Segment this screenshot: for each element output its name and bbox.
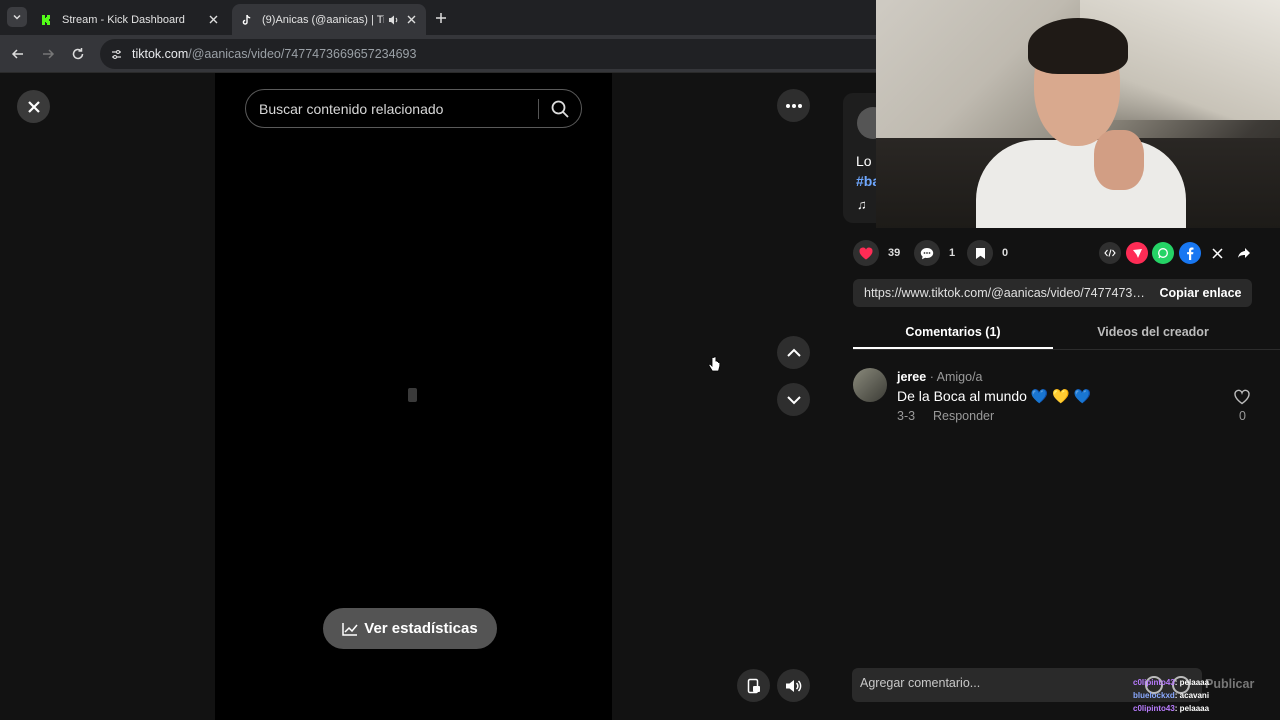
panel-tabs: Comentarios (1) Videos del creador [853,318,1280,350]
more-options-button[interactable] [777,89,810,122]
next-video-button[interactable] [777,383,810,416]
speaker-icon[interactable] [388,14,400,26]
tab-title: Stream - Kick Dashboard [62,13,185,26]
save-button[interactable]: 0 [967,240,1008,266]
new-tab-button[interactable] [432,9,450,27]
tiktok-icon [240,13,254,27]
chat-message: c0lipinto43: pelaaaa [1133,702,1273,715]
embed-icon[interactable] [1099,242,1121,264]
close-icon [27,100,40,113]
comment-input[interactable] [860,676,1130,690]
comment-item: jeree · Amigo/a De la Boca al mundo 💙 💛 … [853,368,1253,428]
share-arrow-icon[interactable] [1233,242,1255,264]
site-settings-icon[interactable] [110,47,124,61]
volume-icon [785,679,801,692]
search-divider [538,99,539,119]
volume-button[interactable] [777,669,810,702]
chat-message: c0lipinto43: pelaaaa [1133,676,1273,689]
chat-text: : pelaaaa [1174,704,1210,713]
music-icon[interactable]: ♫ [857,197,867,212]
comment-date: 3-3 [897,409,916,423]
tab-comments[interactable]: Comentarios (1) [853,325,1053,339]
tab-tiktok[interactable]: (9)Anicas (@aanicas) | TikTok [232,4,426,35]
tab-kick-dashboard[interactable]: Stream - Kick Dashboard [32,4,228,35]
plus-icon [436,13,446,23]
reply-button[interactable]: Responder [933,409,994,423]
chevron-up-icon [786,348,801,357]
description-text: Lo [856,153,872,169]
share-link-text[interactable]: https://www.tiktok.com/@aanicas/video/74… [864,286,1146,300]
reload-icon [72,48,84,60]
active-tab-indicator [853,347,1053,349]
chart-line-icon [342,622,358,636]
comment-text: De la Boca al mundo [897,388,1027,404]
heart-icon [859,247,873,259]
view-stats-label: Ver estadísticas [364,620,478,637]
save-count: 0 [1002,247,1009,259]
chevron-down-icon [786,395,801,404]
facebook-icon[interactable] [1179,242,1201,264]
url-host: tiktok.com [132,47,189,61]
copy-link-button[interactable]: Copiar enlace [1149,279,1252,307]
yellow-heart-emoji: 💛 [1052,388,1070,404]
chat-username: bluelockxd [1133,691,1175,700]
send-icon[interactable] [1126,242,1148,264]
blue-heart-emoji: 💙 [1030,388,1049,404]
loading-indicator [408,388,417,402]
comment-like-count: 0 [1239,409,1246,423]
related-search-input[interactable] [259,100,529,117]
action-bar: 39 1 0 [853,240,1263,266]
bookmark-icon [975,247,985,259]
commenter-avatar[interactable] [853,368,887,402]
arrow-right-icon [43,49,55,59]
like-button[interactable]: 39 [853,240,900,266]
chat-username: c0lipinto43 [1133,678,1175,687]
video-area: Ver estadísticas [0,73,827,720]
arrow-left-icon [11,49,23,59]
close-tab-icon[interactable] [206,13,220,27]
kick-icon [40,13,54,27]
view-stats-button[interactable]: Ver estadísticas [323,608,497,649]
url-path: /@aanicas/video/7477473669657234693 [188,47,417,61]
commenter-relation: · Amigo/a [929,370,983,384]
chat-message: bluelockxd: acavani [1133,689,1273,702]
more-horizontal-icon [785,103,802,108]
chat-text: : acavani [1174,691,1210,700]
previous-video-button[interactable] [777,336,810,369]
comment-button[interactable]: 1 [914,240,955,266]
forward-button[interactable] [38,44,58,64]
address-bar[interactable]: tiktok.com/@aanicas/video/74774736696572… [100,39,890,69]
share-link-row: https://www.tiktok.com/@aanicas/video/74… [853,279,1252,307]
tab-search-button[interactable] [7,7,27,27]
tab-creator-videos[interactable]: Videos del creador [1053,325,1253,339]
floating-player-button[interactable] [737,669,770,702]
back-button[interactable] [8,44,28,64]
picture-in-picture-icon [747,678,760,693]
commenter-username[interactable]: jeree [897,370,926,384]
comment-icon [920,247,934,259]
stream-chat-overlay: c0lipinto43: pelaaaa bluelockxd: acavani… [1133,676,1273,715]
hand-cursor-icon [708,356,721,372]
chat-text: : pelaaaa [1174,678,1210,687]
whatsapp-icon[interactable] [1152,242,1174,264]
reload-button[interactable] [68,44,88,64]
tab-title: (9)Anicas (@aanicas) | TikTok [262,13,384,26]
close-tab-icon[interactable] [404,13,418,27]
heart-outline-icon[interactable] [1233,388,1251,406]
close-video-button[interactable] [17,90,50,123]
comment-count: 1 [949,247,956,259]
related-search-box [245,89,582,128]
x-twitter-icon[interactable] [1206,242,1228,264]
chat-username: c0lipinto43 [1133,704,1175,713]
like-count: 39 [888,247,901,259]
blue-heart-emoji: 💙 [1073,388,1091,404]
webcam-overlay [876,0,1280,228]
search-icon[interactable] [550,99,570,119]
chevron-down-icon [13,14,21,20]
